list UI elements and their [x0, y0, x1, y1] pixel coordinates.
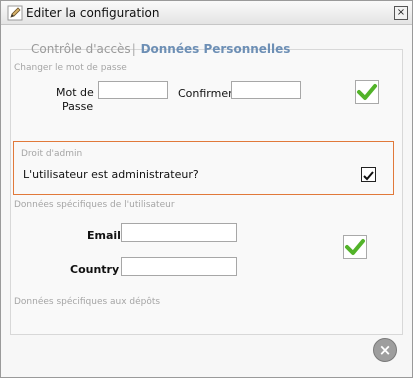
password-input[interactable]	[98, 81, 168, 99]
admin-question-label: L'utilisateur est administrateur?	[23, 168, 199, 181]
save-user-data-button[interactable]	[343, 235, 367, 259]
tab-personal-data[interactable]: Données Personnelles	[141, 42, 291, 56]
tab-separator: |	[131, 42, 136, 56]
password-label-line2: Passe	[62, 100, 94, 113]
config-window: Editer la configuration × Contrôle d'acc…	[0, 0, 413, 378]
pencil-icon	[7, 5, 23, 21]
close-dialog-button[interactable]: ×	[373, 338, 397, 362]
admin-checkbox[interactable]	[361, 167, 376, 182]
window-close-button[interactable]: ×	[394, 6, 408, 20]
admin-section-title: Droit d'admin	[21, 149, 83, 159]
password-label-line1: Mot de	[56, 86, 94, 99]
country-input[interactable]	[121, 257, 237, 276]
password-section-title: Changer le mot de passe	[14, 63, 127, 73]
checkmark-icon	[345, 239, 365, 255]
checkmark-icon	[357, 84, 377, 100]
window-title: Editer la configuration	[26, 6, 160, 20]
save-password-button[interactable]	[355, 80, 379, 104]
title-bar: Editer la configuration ×	[1, 1, 412, 25]
close-circle-icon: ×	[378, 341, 392, 359]
user-data-section-title: Données spécifiques de l'utilisateur	[14, 200, 175, 210]
email-input[interactable]	[121, 223, 237, 242]
tab-bar: Contrôle d'accès| Données Personnelles	[31, 42, 290, 56]
country-label: Country :	[70, 263, 128, 276]
confirm-password-input[interactable]	[231, 81, 301, 99]
repo-data-section-title: Données spécifiques aux dépôts	[14, 297, 161, 307]
tab-access-control[interactable]: Contrôle d'accès	[31, 42, 131, 56]
confirm-label: Confirmer	[178, 87, 233, 100]
checkbox-check-icon	[363, 171, 374, 181]
